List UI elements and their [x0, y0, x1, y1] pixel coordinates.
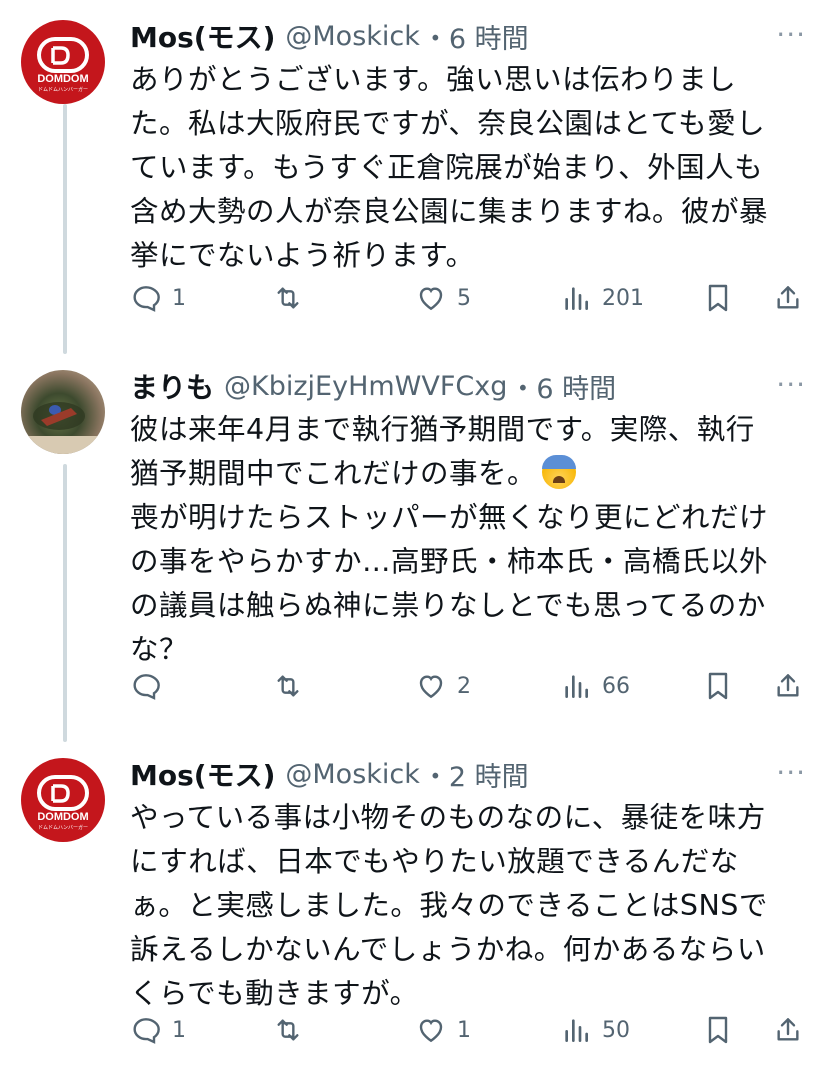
more-options-icon[interactable]: ···	[776, 18, 806, 51]
bookmark-icon	[708, 1016, 728, 1044]
like-button[interactable]: 1	[415, 1010, 471, 1050]
action-bar: 1 1 50	[130, 1010, 810, 1050]
views-button[interactable]: 50	[560, 1010, 630, 1050]
more-options-icon[interactable]: ···	[776, 756, 806, 789]
timestamp[interactable]: ・6 時間	[509, 367, 616, 406]
reply-button[interactable]: 1	[130, 1010, 186, 1050]
heart-icon	[419, 287, 443, 311]
timestamp[interactable]: ・6 時間	[422, 17, 529, 56]
heart-icon	[419, 1019, 443, 1043]
like-count: 2	[457, 673, 471, 699]
views-bar-chart-icon	[565, 287, 588, 310]
views-bar-chart-icon	[565, 1019, 588, 1042]
tweet-3[interactable]: DOMDOM ドムドムハンバーガー Mos(モス) @Moskick ・2 時間…	[0, 738, 828, 1071]
retweet-button[interactable]	[272, 278, 314, 318]
timestamp[interactable]: ・2 時間	[422, 755, 529, 794]
retweet-icon	[277, 287, 299, 309]
bookmark-button[interactable]	[702, 1010, 734, 1050]
retweet-button[interactable]	[272, 1010, 314, 1050]
views-count: 66	[602, 673, 630, 699]
views-count: 201	[602, 285, 644, 311]
like-count: 5	[457, 285, 471, 311]
reply-button[interactable]: 1	[130, 278, 186, 318]
tweet-header: Mos(モス) @Moskick ・2 時間	[130, 754, 529, 794]
tweet-text: やっている事は小物そのものなのに、暴徒を味方 にすれば、日本でもやりたい放題でき…	[130, 801, 768, 1010]
avatar-domdom[interactable]: DOMDOM ドムドムハンバーガー	[21, 20, 105, 104]
bookmark-icon	[708, 284, 728, 312]
svg-text:ドムドムハンバーガー: ドムドムハンバーガー	[38, 824, 88, 831]
retweet-icon	[277, 1019, 299, 1041]
views-count: 50	[602, 1017, 630, 1043]
views-bar-chart-icon	[565, 675, 588, 698]
tweet-text: ありがとうございます。強い思いは伝わりまし た。私は大阪府民ですが、奈良公園はと…	[130, 63, 769, 272]
retweet-button[interactable]	[272, 666, 314, 706]
retweet-icon	[277, 675, 299, 697]
share-button[interactable]	[772, 1010, 804, 1050]
like-button[interactable]: 5	[415, 278, 471, 318]
user-handle[interactable]: @Moskick	[285, 21, 420, 52]
svg-text:DOMDOM: DOMDOM	[37, 811, 88, 823]
reply-icon	[133, 286, 160, 312]
display-name[interactable]: Mos(モス)	[130, 16, 275, 56]
views-button[interactable]: 66	[560, 666, 630, 706]
share-button[interactable]	[772, 666, 804, 706]
more-options-icon[interactable]: ···	[776, 368, 806, 401]
action-bar: 1 5 201	[130, 278, 810, 318]
share-button[interactable]	[772, 278, 804, 318]
user-handle[interactable]: @Moskick	[285, 759, 420, 790]
views-button[interactable]: 201	[560, 278, 644, 318]
tweet-header: Mos(モス) @Moskick ・6 時間	[130, 16, 529, 56]
reply-button[interactable]	[130, 666, 172, 706]
svg-text:ドムドムハンバーガー: ドムドムハンバーガー	[38, 86, 88, 93]
bookmark-button[interactable]	[702, 666, 734, 706]
bookmark-button[interactable]	[702, 278, 734, 318]
anxious-face-emoji-icon	[542, 455, 577, 489]
tweet-text-part-1: 彼は来年4月まで執行猶予期間です。実際、執行 猶予期間中でこれだけの事を。	[130, 413, 755, 490]
reply-icon	[133, 1018, 160, 1044]
share-icon	[777, 674, 799, 697]
domdom-logo-icon: DOMDOM ドムドムハンバーガー	[37, 37, 89, 93]
svg-text:DOMDOM: DOMDOM	[37, 73, 88, 85]
reply-count: 1	[172, 285, 186, 311]
avatar-domdom[interactable]: DOMDOM ドムドムハンバーガー	[21, 758, 105, 842]
tweet-text-part-2: 喪が明けたらストッパーが無くなり更にどれだけ の事をやらかすか…高野氏・柿本氏・…	[130, 501, 769, 666]
display-name[interactable]: Mos(モス)	[130, 754, 275, 794]
tweet-1[interactable]: DOMDOM ドムドムハンバーガー Mos(モス) @Moskick ・6 時間…	[0, 0, 828, 345]
avatar-photo[interactable]	[21, 370, 105, 454]
reply-icon	[133, 674, 160, 700]
action-bar: 2 66	[130, 666, 810, 706]
food-photo-icon	[21, 402, 105, 454]
display-name[interactable]: まりも	[130, 366, 214, 406]
share-icon	[777, 286, 799, 309]
heart-icon	[419, 675, 443, 699]
share-icon	[777, 1018, 799, 1041]
like-button[interactable]: 2	[415, 666, 471, 706]
tweet-2[interactable]: まりも @KbizjEyHmWVFCxg ・6 時間 ··· 彼は来年4月まで執…	[0, 350, 828, 735]
user-handle[interactable]: @KbizjEyHmWVFCxg	[224, 371, 507, 402]
reply-count: 1	[172, 1017, 186, 1043]
tweet-header: まりも @KbizjEyHmWVFCxg ・6 時間	[130, 366, 616, 406]
bookmark-icon	[708, 672, 728, 700]
tweet-text: 彼は来年4月まで執行猶予期間です。実際、執行 猶予期間中でこれだけの事を。 喪が…	[130, 408, 800, 672]
like-count: 1	[457, 1017, 471, 1043]
domdom-logo-icon: DOMDOM ドムドムハンバーガー	[37, 775, 89, 831]
